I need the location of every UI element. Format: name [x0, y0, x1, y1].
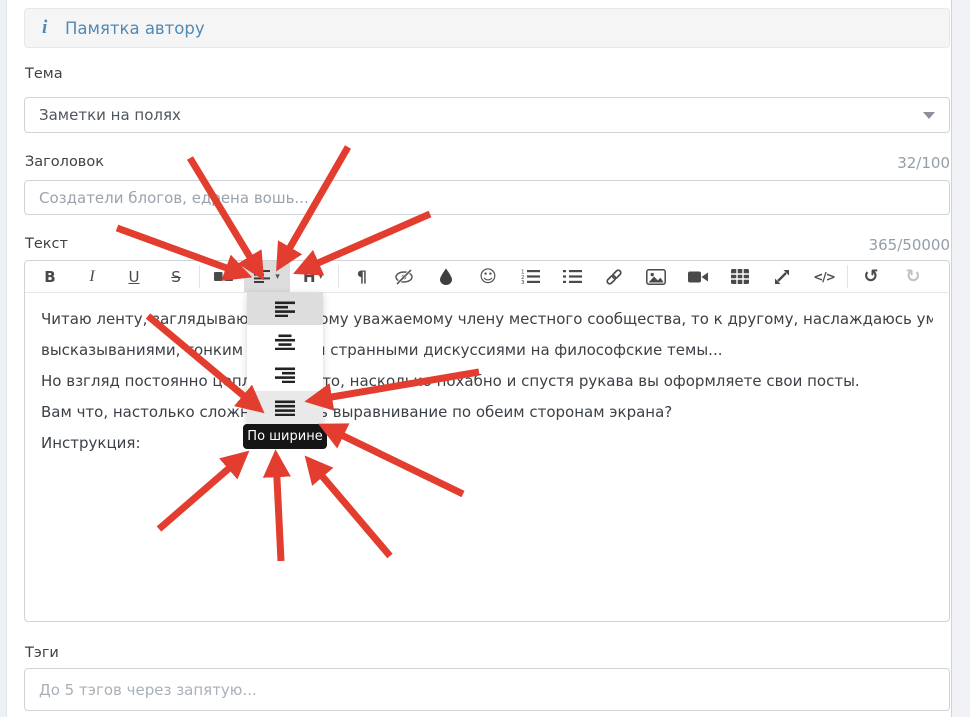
tags-input[interactable] [24, 668, 950, 711]
strikethrough-button[interactable]: S [155, 261, 197, 292]
color-button[interactable] [425, 261, 467, 292]
caret-down-icon: ▾ [275, 272, 280, 282]
editor-line: Но взгляд постоянно цепляется за то, нас… [41, 366, 933, 397]
editor-line: высказываниями, тонким юмором и странным… [41, 335, 933, 366]
justify-tooltip: По ширине [243, 424, 327, 449]
tags-label: Тэги [25, 645, 59, 661]
menu-item-align-center[interactable] [247, 325, 323, 358]
align-button[interactable]: ▾ [244, 261, 290, 292]
ordered-list-button[interactable]: 123 [509, 261, 551, 292]
rich-text-editor: B I U S ▾ H ▾ [24, 260, 950, 622]
text-counter: 365/50000 [750, 236, 950, 254]
editor-toolbar: B I U S ▾ H ▾ [25, 261, 949, 293]
theme-select[interactable]: Заметки на полях [24, 97, 950, 133]
video-button[interactable] [677, 261, 719, 292]
video-icon [688, 270, 708, 284]
heading-icon: H [303, 268, 316, 286]
author-memo-banner[interactable]: i Памятка автору [24, 8, 950, 48]
code-icon: </> [813, 270, 835, 284]
underline-button[interactable]: U [113, 261, 155, 292]
link-button[interactable] [593, 261, 635, 292]
table-icon [731, 269, 749, 284]
spoiler-button[interactable] [383, 261, 425, 292]
toolbar-separator [847, 265, 848, 288]
expand-icon [774, 269, 790, 285]
caret-down-icon [923, 112, 935, 119]
svg-text:3: 3 [521, 280, 525, 284]
toolbar-separator [338, 265, 339, 288]
scrollbar[interactable] [951, 0, 970, 717]
theme-label: Тема [25, 66, 63, 82]
info-icon: i [42, 17, 56, 39]
page: i Памятка автору Тема Заметки на полях З… [0, 0, 970, 717]
bold-button[interactable]: B [29, 261, 71, 292]
strikethrough-icon: S [171, 268, 181, 286]
undo-button[interactable]: ↺ [850, 261, 892, 292]
droplet-icon [439, 268, 453, 285]
paragraph-button[interactable]: ¶ [341, 261, 383, 292]
theme-value: Заметки на полях [39, 106, 181, 124]
link-icon [604, 268, 624, 286]
blocks-button[interactable] [202, 261, 244, 292]
align-left-icon [274, 301, 296, 317]
align-center-icon [274, 334, 296, 350]
editor-text-area[interactable]: Читаю ленту, заглядываю то к одному уваж… [25, 293, 949, 470]
undo-icon: ↺ [863, 266, 878, 287]
blocks-icon [214, 270, 233, 283]
fullscreen-button[interactable] [761, 261, 803, 292]
emoji-button[interactable]: ☺ [467, 261, 509, 292]
underline-icon: U [129, 268, 140, 286]
page-gutter-left [0, 0, 7, 717]
title-counter: 32/100 [750, 154, 950, 172]
unordered-list-button[interactable] [551, 261, 593, 292]
align-justify-icon [274, 400, 296, 416]
align-dropdown-menu [247, 292, 323, 424]
table-button[interactable] [719, 261, 761, 292]
banner-title: Памятка автору [65, 19, 205, 38]
paragraph-icon: ¶ [357, 267, 367, 286]
redo-button[interactable]: ↻ [892, 261, 934, 292]
editor-line: Читаю ленту, заглядываю то к одному уваж… [41, 304, 933, 335]
menu-item-align-justify[interactable] [247, 391, 323, 424]
editor-line: Вам что, настолько сложно сделать выравн… [41, 397, 933, 428]
title-label: Заголовок [25, 154, 104, 170]
smiley-icon: ☺ [479, 267, 497, 287]
menu-item-align-right[interactable] [247, 358, 323, 391]
title-input[interactable] [24, 180, 950, 215]
image-button[interactable] [635, 261, 677, 292]
align-left-icon [254, 270, 272, 283]
heading-button[interactable]: H ▾ [290, 261, 336, 292]
toolbar-separator [199, 265, 200, 288]
image-icon [646, 269, 666, 285]
menu-item-align-left[interactable] [247, 292, 323, 325]
code-button[interactable]: </> [803, 261, 845, 292]
italic-button[interactable]: I [71, 261, 113, 292]
annotation-arrow [190, 158, 259, 272]
redo-icon: ↻ [905, 266, 920, 287]
eye-slash-icon [394, 269, 414, 285]
caret-down-icon: ▾ [319, 272, 324, 282]
unordered-list-icon [562, 269, 582, 284]
bold-icon: B [44, 268, 55, 286]
text-label: Текст [25, 236, 68, 252]
ordered-list-icon: 123 [520, 269, 540, 284]
editor-line: Инструкция: [41, 428, 933, 459]
align-right-icon [274, 367, 296, 383]
italic-icon: I [89, 268, 94, 286]
